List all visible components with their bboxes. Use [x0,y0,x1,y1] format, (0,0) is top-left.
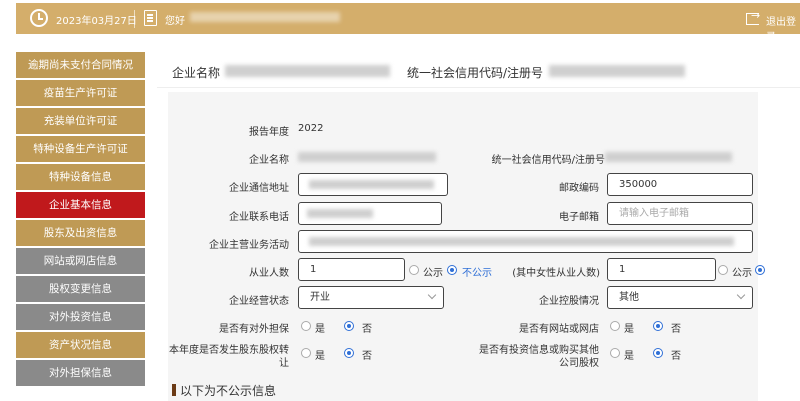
sidebar-item-guarantees[interactable]: 对外担保信息 [16,360,145,386]
sidebar-item-investments[interactable]: 对外投资信息 [16,304,145,330]
holding-status-select[interactable]: 其他 [607,286,753,309]
equity-yes-radio[interactable] [301,348,311,358]
header-credit-code-label: 统一社会信用代码/注册号 [407,66,544,80]
redacted-company-name [225,65,390,77]
section-bar-marker [172,384,176,396]
sidebar-item-special-equipment-license[interactable]: 特种设备生产许可证 [16,136,145,162]
guarantee-no-radio[interactable] [344,321,354,331]
employees-not-public-radio[interactable] [447,265,457,275]
holding-status-label: 企业控股情况 [539,296,599,307]
address-input[interactable] [298,173,448,196]
investment-no-radio[interactable] [653,348,663,358]
website-no-radio[interactable] [653,321,663,331]
postcode-label: 邮政编码 [559,183,599,194]
female-employees-input[interactable]: 1 [607,258,716,281]
sidebar-item-special-equipment-info[interactable]: 特种设备信息 [16,164,145,190]
header-company-name-label: 企业名称 [172,66,221,80]
postcode-input[interactable]: 350000 [607,173,753,196]
sidebar-item-filling-license[interactable]: 充装单位许可证 [16,108,145,134]
sidebar-item-shareholders[interactable]: 股东及出资信息 [16,220,145,246]
redacted-user-name [190,12,340,22]
document-icon [144,10,157,26]
logout-icon[interactable] [746,9,760,25]
clock-icon [30,9,48,27]
operation-status-select[interactable]: 开业 [298,286,444,309]
sidebar: 逾期尚未支付合同情况 疫苗生产许可证 充装单位许可证 特种设备生产许可证 特种设… [16,52,145,388]
equity-transfer-label-2: 让 [279,358,289,369]
employees-not-public-label: 不公示 [462,268,492,279]
guarantee-yes-label: 是 [315,324,325,335]
guarantee-no-label: 否 [362,324,372,335]
operation-status-label: 企业经营状态 [229,296,289,307]
chevron-down-icon [427,290,437,300]
equity-no-radio[interactable] [344,348,354,358]
company-header: 企业名称 统一社会信用代码/注册号 [157,52,800,88]
phone-input[interactable] [298,202,442,225]
greeting: 您好 [165,16,185,27]
investment-label-2: 公司股权 [559,358,599,369]
holding-status-value: 其他 [619,292,639,303]
logout-link[interactable]: 退出登录 [766,13,800,43]
email-input[interactable]: 请输入电子邮箱 [607,202,753,225]
section-title-text: 以下为不公示信息 [180,384,277,398]
report-year-label: 报告年度 [249,127,289,138]
sidebar-item-equity-change[interactable]: 股权变更信息 [16,276,145,302]
female-employees-label: (其中女性从业人数) [512,268,600,279]
main-business-input[interactable] [298,230,753,253]
investment-no-label: 否 [671,351,681,362]
website-label: 是否有网站或网店 [519,324,599,335]
company-name-label: 企业名称 [249,155,289,166]
guarantee-yes-radio[interactable] [301,321,311,331]
sidebar-item-basic-info[interactable]: 企业基本信息 [16,192,145,218]
equity-no-label: 否 [362,351,372,362]
redacted-company-name-value [298,152,436,162]
external-guarantee-label: 是否有对外担保 [219,324,289,335]
sidebar-item-assets[interactable]: 资产状况信息 [16,332,145,358]
main-business-label: 企业主营业务活动 [209,240,289,251]
employees-input[interactable]: 1 [298,258,405,281]
main-panel: 企业名称 统一社会信用代码/注册号 报告年度 2022 企业名称 统一社会信用代… [157,52,800,401]
credit-code-label: 统一社会信用代码/注册号 [491,155,605,166]
report-year-value: 2022 [298,123,324,134]
employees-label: 从业人数 [249,268,289,279]
top-bar: 2023年03月27日 您好 退出登录 [16,3,800,43]
header-divider [134,10,135,28]
current-date: 2023年03月27日 [56,16,137,27]
redacted-credit-code-value [605,152,732,162]
sidebar-item-overdue-contracts[interactable]: 逾期尚未支付合同情况 [16,52,145,78]
basic-info-form: 报告年度 2022 企业名称 统一社会信用代码/注册号 企业通信地址 邮政编码 … [168,92,765,401]
sidebar-item-websites[interactable]: 网站或网店信息 [16,248,145,274]
address-label: 企业通信地址 [229,183,289,194]
investment-yes-radio[interactable] [610,348,620,358]
chevron-down-icon [736,290,746,300]
sidebar-item-vaccine-license[interactable]: 疫苗生产许可证 [16,80,145,106]
operation-status-value: 开业 [310,292,330,303]
equity-yes-label: 是 [315,351,325,362]
phone-label: 企业联系电话 [229,212,289,223]
section-title: 以下为不公示信息 [172,382,276,399]
employees-public-radio[interactable] [409,265,419,275]
investment-yes-label: 是 [624,351,634,362]
email-label: 电子邮箱 [559,212,599,223]
website-no-label: 否 [671,324,681,335]
website-yes-radio[interactable] [610,321,620,331]
female-not-public-radio[interactable] [755,265,765,275]
female-public-radio[interactable] [718,265,728,275]
redacted-credit-code [549,65,685,77]
website-yes-label: 是 [624,324,634,335]
employees-public-label: 公示 [423,268,443,279]
female-public-label: 公示 [732,268,752,279]
